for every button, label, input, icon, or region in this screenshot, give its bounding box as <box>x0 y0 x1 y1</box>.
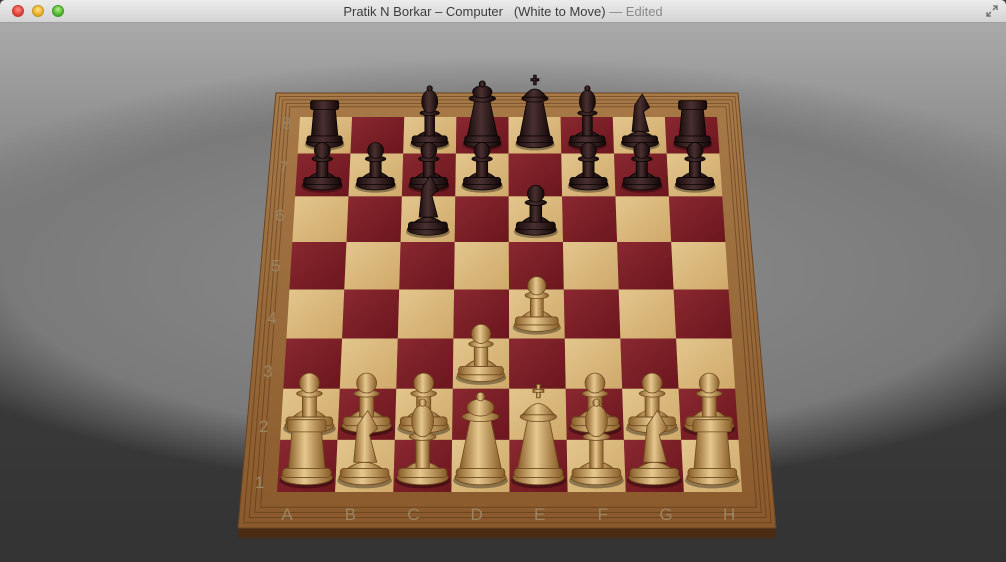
rank-label: 6 <box>275 206 284 225</box>
square-g6[interactable] <box>615 196 672 242</box>
square-a6[interactable] <box>292 196 349 242</box>
chess-board-3d[interactable]: A B C D E F G H 1 2 3 4 5 6 7 8 <box>0 23 1006 562</box>
file-label: A <box>281 505 293 524</box>
square-g5[interactable] <box>617 242 674 290</box>
square-h4[interactable] <box>673 289 732 339</box>
square-h6[interactable] <box>668 196 726 242</box>
window-title-edited: — Edited <box>605 4 663 19</box>
rank-label: 7 <box>279 158 288 177</box>
file-label: C <box>407 505 419 524</box>
rank-label: 8 <box>282 114 291 133</box>
file-label: B <box>345 505 356 524</box>
file-label: D <box>470 505 482 524</box>
file-label: H <box>723 505 735 524</box>
square-a5[interactable] <box>289 242 347 290</box>
square-d5[interactable] <box>454 242 509 290</box>
square-b6[interactable] <box>346 196 402 242</box>
rank-label: 4 <box>267 309 276 328</box>
rank-label: 5 <box>271 257 280 276</box>
window-title: Pratik N Borkar – Computer (White to Mov… <box>0 4 1006 19</box>
square-f6[interactable] <box>562 196 618 242</box>
square-c5[interactable] <box>399 242 455 290</box>
file-label: E <box>534 505 545 524</box>
file-label: F <box>598 505 608 524</box>
square-g4[interactable] <box>618 289 677 339</box>
square-c4[interactable] <box>397 289 455 339</box>
rank-label: 1 <box>255 473 264 492</box>
square-a4[interactable] <box>286 289 345 339</box>
fullscreen-icon[interactable] <box>986 5 998 17</box>
square-b5[interactable] <box>344 242 401 290</box>
rank-label: 3 <box>263 362 272 381</box>
board-frame-edge <box>238 528 776 538</box>
square-e3[interactable] <box>509 338 566 389</box>
square-h5[interactable] <box>671 242 729 290</box>
rank-label: 2 <box>259 417 268 436</box>
square-f5[interactable] <box>563 242 619 290</box>
square-b4[interactable] <box>342 289 400 339</box>
window-title-main: Pratik N Borkar – Computer (White to Mov… <box>343 4 606 19</box>
title-bar: Pratik N Borkar – Computer (White to Mov… <box>0 0 1006 23</box>
chess-window: Pratik N Borkar – Computer (White to Mov… <box>0 0 1006 562</box>
file-label: G <box>659 505 672 524</box>
square-f4[interactable] <box>563 289 621 339</box>
square-d6[interactable] <box>454 196 509 242</box>
board-scene: A B C D E F G H 1 2 3 4 5 6 7 8 <box>0 23 1006 562</box>
